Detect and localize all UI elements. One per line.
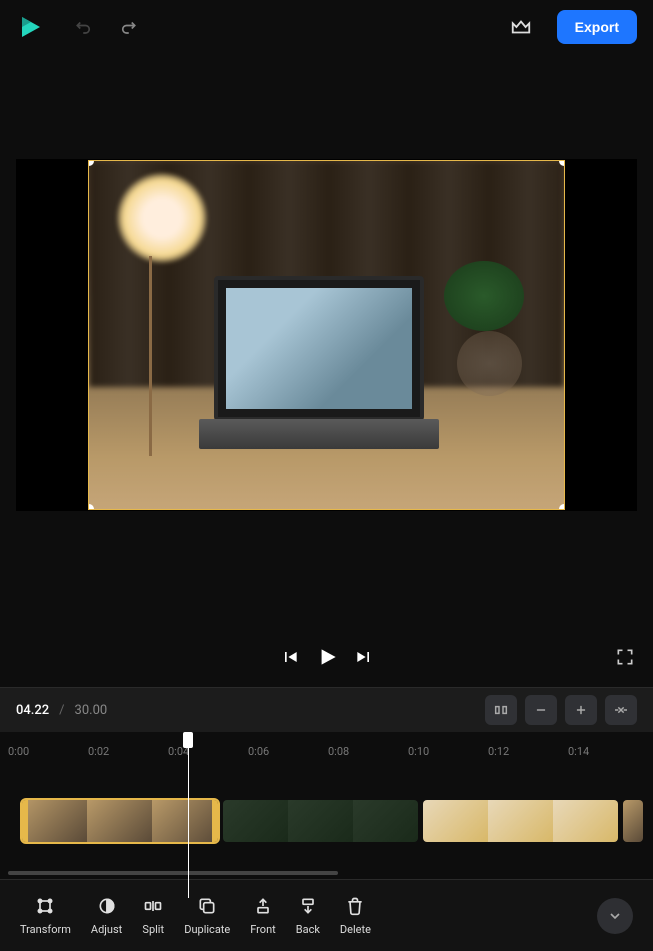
tool-label: Split	[142, 923, 164, 936]
ruler-tick: 0:02	[88, 732, 168, 770]
tool-label: Delete	[340, 923, 371, 936]
adjust-icon	[96, 895, 118, 917]
media-selection-frame[interactable]	[88, 160, 565, 510]
timeline-scrollbar[interactable]	[0, 871, 653, 877]
play-button[interactable]	[314, 644, 340, 670]
collapse-toolbar-button[interactable]	[597, 898, 633, 934]
timeline-clips[interactable]	[0, 770, 653, 865]
redo-button[interactable]	[110, 9, 146, 45]
tool-label: Transform	[20, 923, 71, 936]
clip[interactable]	[623, 800, 643, 842]
ruler-tick: 0:04	[168, 732, 248, 770]
playback-controls	[0, 627, 653, 687]
tool-label: Adjust	[91, 923, 122, 936]
clip[interactable]	[423, 800, 618, 842]
current-time: 04.22	[16, 703, 49, 718]
ruler-tick: 0:00	[8, 732, 88, 770]
ruler-tick: 0:10	[408, 732, 488, 770]
zoom-out-button[interactable]	[525, 695, 557, 725]
previous-button[interactable]	[280, 647, 300, 667]
playhead[interactable]	[188, 732, 193, 892]
delete-button[interactable]: Delete	[332, 889, 379, 942]
app-logo[interactable]	[16, 13, 44, 41]
transform-button[interactable]: Transform	[12, 889, 79, 942]
topbar: Export	[0, 0, 653, 54]
premium-button[interactable]	[503, 9, 539, 45]
preview-image	[89, 161, 564, 509]
zoom-collapse-button[interactable]	[605, 695, 637, 725]
preview-area	[0, 159, 653, 511]
ruler-tick: 0:12	[488, 732, 568, 770]
tool-label: Back	[296, 923, 320, 936]
split-button[interactable]: Split	[134, 889, 172, 942]
front-icon	[252, 895, 274, 917]
next-button[interactable]	[354, 647, 374, 667]
bottom-toolbar: Transform Adjust Split Duplicate Front B…	[0, 879, 653, 951]
preview-canvas[interactable]	[16, 159, 637, 511]
back-button[interactable]: Back	[288, 889, 328, 942]
back-icon	[297, 895, 319, 917]
timeline-ruler[interactable]: 0:00 0:02 0:04 0:06 0:08 0:10 0:12 0:14	[0, 732, 653, 770]
duplicate-icon	[196, 895, 218, 917]
resize-handle-bottom-right[interactable]	[559, 504, 565, 510]
transform-icon	[34, 895, 56, 917]
zoom-in-button[interactable]	[565, 695, 597, 725]
adjust-button[interactable]: Adjust	[83, 889, 130, 942]
undo-button[interactable]	[66, 9, 102, 45]
total-time: 30.00	[75, 703, 108, 718]
fullscreen-button[interactable]	[615, 647, 635, 667]
ruler-tick: 0:08	[328, 732, 408, 770]
tool-label: Front	[250, 923, 276, 936]
zoom-fit-button[interactable]	[485, 695, 517, 725]
scroll-thumb[interactable]	[8, 871, 338, 875]
tool-label: Duplicate	[184, 923, 230, 936]
duplicate-button[interactable]: Duplicate	[176, 889, 238, 942]
delete-icon	[344, 895, 366, 917]
export-button[interactable]: Export	[557, 10, 637, 44]
ruler-tick: 0:06	[248, 732, 328, 770]
clip[interactable]	[223, 800, 418, 842]
front-button[interactable]: Front	[242, 889, 284, 942]
timeline-header: 04.22 / 30.00	[0, 687, 653, 732]
split-icon	[142, 895, 164, 917]
time-separator: /	[59, 703, 64, 718]
ruler-tick: 0:14	[568, 732, 648, 770]
